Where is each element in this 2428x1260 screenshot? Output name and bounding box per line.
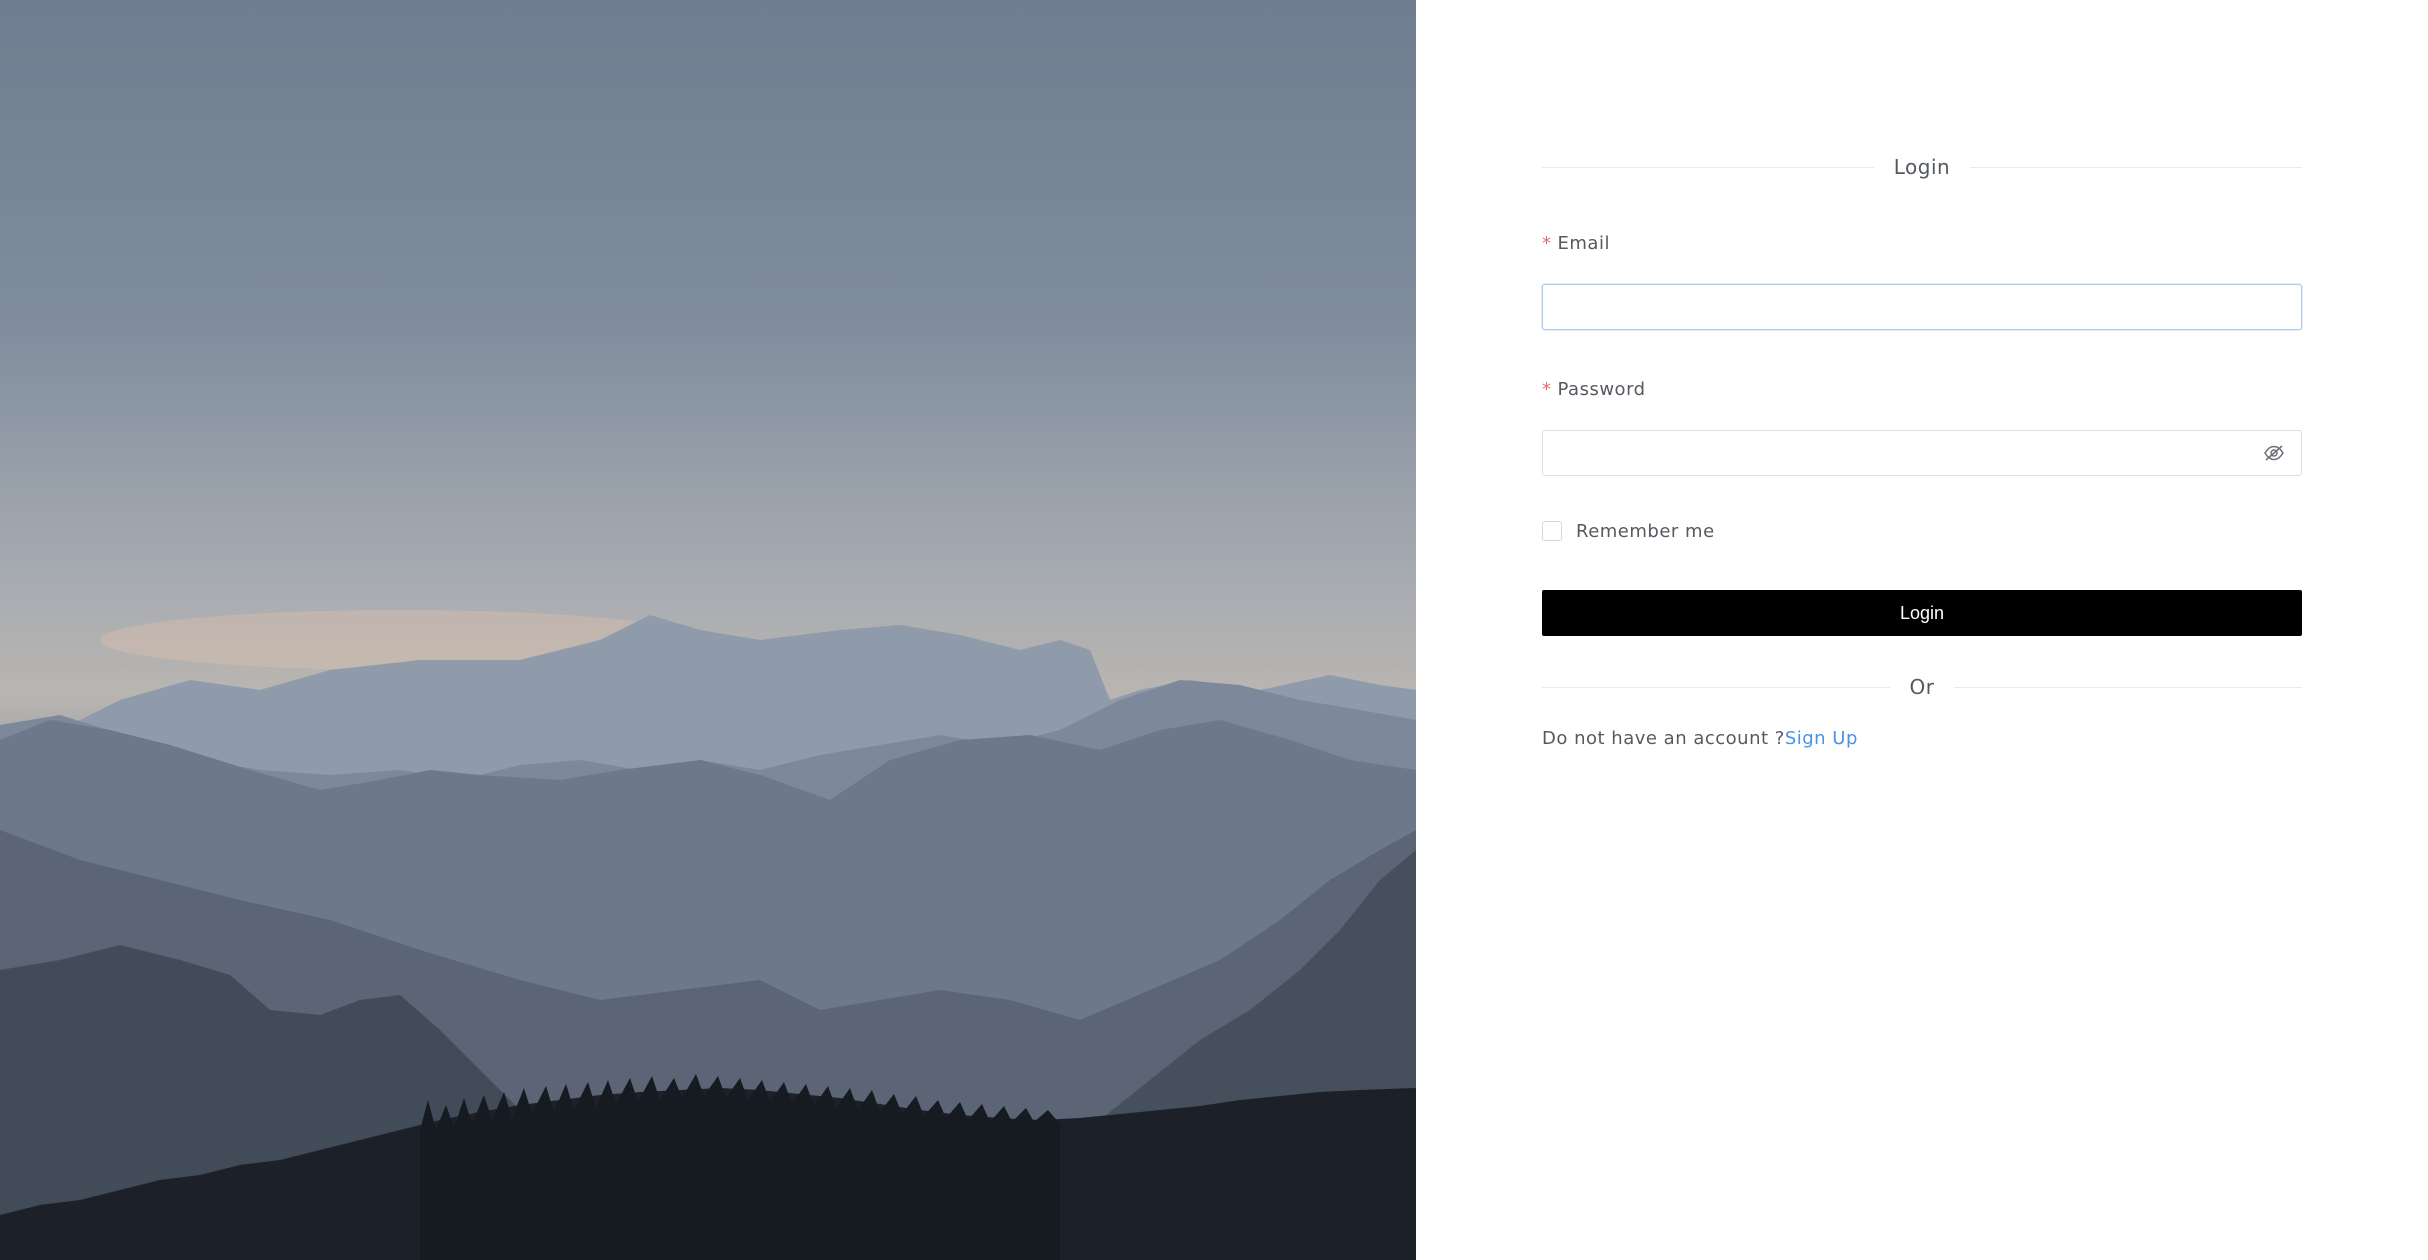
- signup-row: Do not have an account ?Sign Up: [1542, 728, 2302, 749]
- divider-line-left: [1542, 166, 1874, 168]
- mountain-landscape-image: [0, 0, 1416, 1260]
- email-label-text: Email: [1557, 232, 1610, 254]
- required-mark: *: [1542, 232, 1552, 254]
- login-button[interactable]: Login: [1542, 590, 2302, 636]
- or-divider: Or: [1542, 670, 2302, 704]
- divider-line-left: [1542, 686, 1890, 688]
- or-text: Or: [1909, 675, 1935, 699]
- email-field[interactable]: [1542, 284, 2302, 330]
- password-field[interactable]: [1542, 430, 2302, 476]
- mountain-illustration: [0, 610, 1416, 1260]
- login-title: Login: [1893, 155, 1951, 179]
- login-form: Login * Email * Password Remember me Log…: [1542, 150, 2302, 749]
- signup-prompt: Do not have an account ?: [1542, 728, 1785, 749]
- email-label: * Email: [1542, 228, 2302, 258]
- login-title-divider: Login: [1542, 150, 2302, 184]
- remember-me-label: Remember me: [1576, 520, 1715, 542]
- login-panel: Login * Email * Password Remember me Log…: [1416, 0, 2428, 1260]
- divider-line-right: [1954, 686, 2302, 688]
- login-page: Login * Email * Password Remember me Log…: [0, 0, 2428, 1260]
- divider-line-right: [1970, 166, 2302, 168]
- password-label-text: Password: [1557, 378, 1646, 400]
- password-label: * Password: [1542, 374, 2302, 404]
- required-mark: *: [1542, 378, 1552, 400]
- email-input[interactable]: [1543, 285, 2301, 329]
- signup-link[interactable]: Sign Up: [1785, 728, 1858, 749]
- remember-me-checkbox[interactable]: [1542, 521, 1562, 541]
- password-input[interactable]: [1543, 431, 2301, 475]
- eye-slash-icon[interactable]: [2263, 443, 2285, 463]
- remember-me-row: Remember me: [1542, 516, 2302, 546]
